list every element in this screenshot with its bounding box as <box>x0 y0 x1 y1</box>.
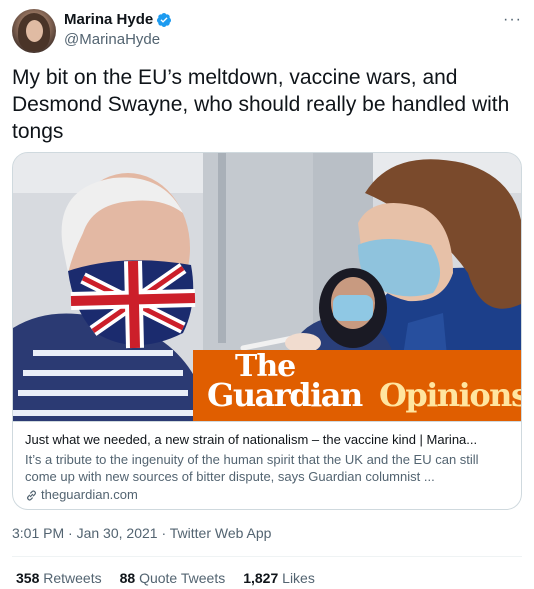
quote-tweets-label: Quote Tweets <box>139 570 226 586</box>
likes-label: Likes <box>282 570 315 586</box>
card-domain[interactable]: theguardian.com <box>25 487 511 503</box>
likes-stat[interactable]: 1,827 Likes <box>243 570 315 586</box>
tweet-timestamp[interactable]: 3:01 PM · Jan 30, 2021 · Twitter Web App <box>12 525 271 541</box>
retweets-stat[interactable]: 358 Retweets <box>16 570 102 586</box>
link-icon <box>26 489 37 501</box>
avatar-face <box>26 20 43 42</box>
card-description: It’s a tribute to the ingenuity of the h… <box>25 452 479 484</box>
divider <box>12 556 522 557</box>
verified-badge-icon <box>157 12 172 27</box>
likes-count: 1,827 <box>243 570 279 586</box>
retweets-label: Retweets <box>43 570 102 586</box>
separator: · <box>161 525 167 541</box>
logo-guardian: Guardian <box>207 376 363 414</box>
author-block[interactable]: Marina Hyde @MarinaHyde <box>64 10 172 48</box>
tweet-client[interactable]: Twitter Web App <box>170 525 272 541</box>
card-image[interactable]: The Guardian Opinions <box>13 153 522 421</box>
tweet-header: Marina Hyde @MarinaHyde ··· <box>12 9 522 53</box>
separator: · <box>68 525 73 541</box>
display-name[interactable]: Marina Hyde <box>64 11 153 28</box>
tweet-time[interactable]: 3:01 PM <box>12 525 64 541</box>
logo-opinions: Opinions <box>379 376 522 414</box>
guardian-opinions-logo: The Guardian Opinions <box>193 350 522 421</box>
card-meta[interactable]: Just what we needed, a new strain of nat… <box>13 421 521 509</box>
handle[interactable]: @MarinaHyde <box>64 31 172 48</box>
retweets-count: 358 <box>16 570 40 586</box>
tweet-stats: 358 Retweets 88 Quote Tweets 1,827 Likes <box>16 570 333 586</box>
link-card[interactable]: The Guardian Opinions Just what we neede… <box>12 152 522 510</box>
quote-tweets-count: 88 <box>119 570 136 586</box>
card-domain-text: theguardian.com <box>41 487 138 502</box>
avatar[interactable] <box>12 9 56 53</box>
card-title[interactable]: Just what we needed, a new strain of nat… <box>25 432 511 448</box>
tweet-text: My bit on the EU’s meltdown, vaccine war… <box>12 66 510 143</box>
quote-tweets-stat[interactable]: 88 Quote Tweets <box>120 570 226 586</box>
tweet-date[interactable]: Jan 30, 2021 <box>77 525 158 541</box>
more-options-icon[interactable]: ··· <box>503 11 522 29</box>
